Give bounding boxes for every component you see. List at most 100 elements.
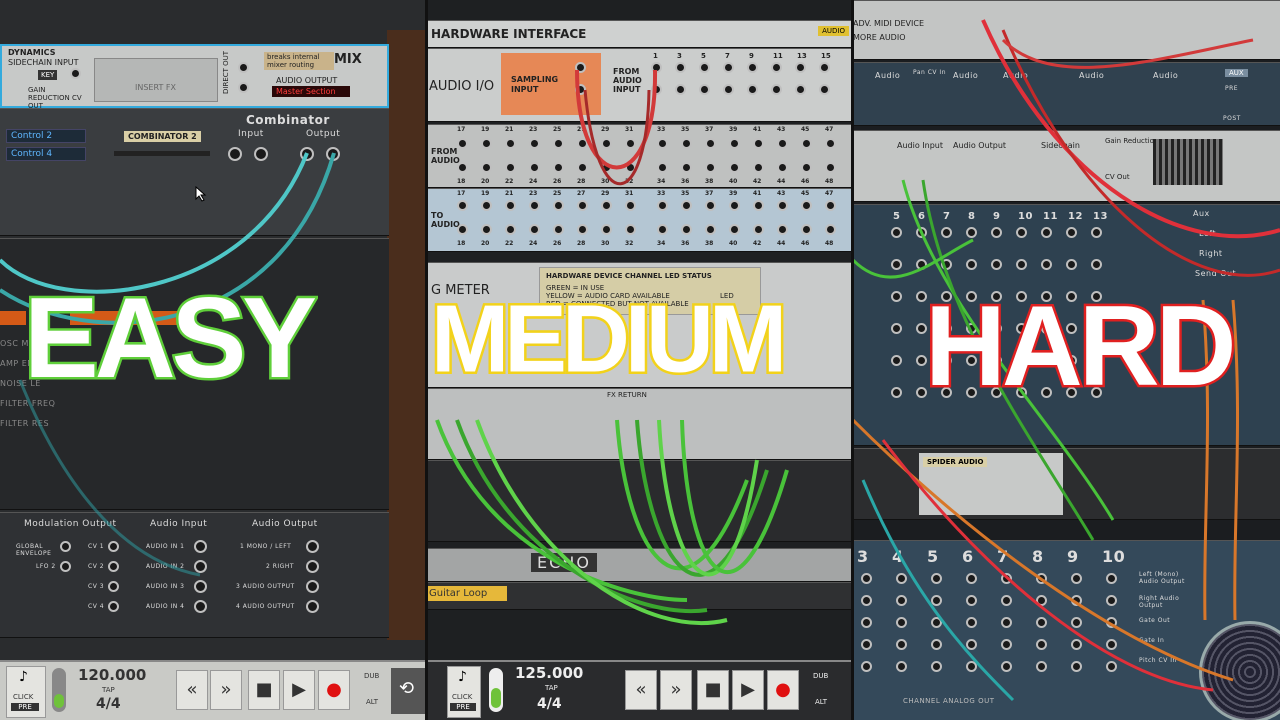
fast-forward-button[interactable]: »	[210, 670, 242, 710]
patch-jack[interactable]	[457, 162, 468, 173]
mixer-channel-jack[interactable]	[966, 227, 977, 238]
analog-out-jack[interactable]	[966, 573, 977, 584]
patch-jack[interactable]	[553, 224, 564, 235]
analog-out-jack[interactable]	[1106, 573, 1117, 584]
mixer-channel-jack[interactable]	[1066, 227, 1077, 238]
analog-out-jack[interactable]	[931, 661, 942, 672]
analog-out-jack[interactable]	[1106, 639, 1117, 650]
patch-jack[interactable]	[481, 200, 492, 211]
patch-jack[interactable]	[801, 200, 812, 211]
mixer-channel-jack[interactable]	[941, 227, 952, 238]
analog-out-jack[interactable]	[1036, 617, 1047, 628]
patch-jack[interactable]	[657, 200, 668, 211]
patch-jack[interactable]	[553, 200, 564, 211]
mixer-channel-jack[interactable]	[891, 355, 902, 366]
patch-jack[interactable]	[529, 200, 540, 211]
mixer-channel-jack[interactable]	[1091, 259, 1102, 270]
analog-out-jack[interactable]	[1001, 639, 1012, 650]
analog-out-jack[interactable]	[896, 639, 907, 650]
tempo-display[interactable]: 125.000	[515, 664, 583, 682]
analog-out-jack[interactable]	[931, 595, 942, 606]
mixer-channel-jack[interactable]	[891, 323, 902, 334]
mod-cv2-jack[interactable]	[108, 561, 119, 572]
patch-jack[interactable]	[777, 200, 788, 211]
record-button[interactable]: ●	[767, 670, 799, 710]
loop-button[interactable]: ⟲	[391, 668, 425, 714]
analog-out-jack[interactable]	[1001, 661, 1012, 672]
tap-label[interactable]: TAP	[102, 686, 115, 694]
mixer-channel-jack[interactable]	[1041, 227, 1052, 238]
patch-jack[interactable]	[681, 224, 692, 235]
patch-jack[interactable]	[753, 162, 764, 173]
patch-jack[interactable]	[529, 224, 540, 235]
analog-out-jack[interactable]	[1071, 573, 1082, 584]
analog-out-jack[interactable]	[861, 639, 872, 650]
patch-jack[interactable]	[481, 138, 492, 149]
rewind-button[interactable]: «	[625, 670, 657, 710]
play-button[interactable]: ▶	[732, 670, 764, 710]
patch-jack[interactable]	[705, 224, 716, 235]
dub-label[interactable]: DUB	[364, 672, 379, 680]
control-4-dropdown[interactable]: Control 4	[6, 147, 86, 161]
patch-jack[interactable]	[729, 200, 740, 211]
mixer-channel-jack[interactable]	[1016, 259, 1027, 270]
alt-label[interactable]: ALT	[815, 698, 827, 706]
patch-jack[interactable]	[657, 224, 668, 235]
patch-jack[interactable]	[801, 138, 812, 149]
click-button[interactable]: ♪ CLICK PRE	[447, 666, 481, 718]
audio-in-1-jack[interactable]	[194, 540, 207, 553]
analog-out-jack[interactable]	[1071, 661, 1082, 672]
combinator-output-left-jack[interactable]	[300, 147, 314, 161]
click-button[interactable]: ♪ CLICK PRE	[6, 666, 46, 718]
audio-out-4-jack[interactable]	[306, 600, 319, 613]
from-audio-input-jack[interactable]	[675, 62, 686, 73]
mod-cv3-jack[interactable]	[108, 581, 119, 592]
click-level-slider[interactable]	[52, 668, 66, 712]
analog-out-jack[interactable]	[1001, 573, 1012, 584]
master-section-display[interactable]: Master Section	[272, 86, 350, 97]
analog-out-jack[interactable]	[896, 573, 907, 584]
from-audio-input-jack[interactable]	[771, 62, 782, 73]
patch-jack[interactable]	[825, 162, 836, 173]
patch-jack[interactable]	[577, 138, 588, 149]
audio-in-3-jack[interactable]	[194, 580, 207, 593]
patch-jack[interactable]	[529, 138, 540, 149]
patch-jack[interactable]	[481, 162, 492, 173]
from-audio-input-jack[interactable]	[819, 62, 830, 73]
patch-jack[interactable]	[625, 200, 636, 211]
from-audio-input-jack[interactable]	[747, 62, 758, 73]
from-audio-input-jack[interactable]	[699, 62, 710, 73]
analog-out-jack[interactable]	[896, 661, 907, 672]
mixer-channel-jack[interactable]	[941, 259, 952, 270]
mod-cv1-jack[interactable]	[108, 541, 119, 552]
mod-global-envelope-jack[interactable]	[60, 541, 71, 552]
signature-display[interactable]: 4/4	[96, 696, 121, 712]
from-audio-input-jack[interactable]	[819, 84, 830, 95]
patch-jack[interactable]	[625, 224, 636, 235]
patch-jack[interactable]	[505, 200, 516, 211]
patch-jack[interactable]	[601, 162, 612, 173]
patch-jack[interactable]	[729, 224, 740, 235]
patch-jack[interactable]	[777, 162, 788, 173]
patch-jack[interactable]	[777, 138, 788, 149]
from-audio-input-jack[interactable]	[699, 84, 710, 95]
combinator-input-right-jack[interactable]	[254, 147, 268, 161]
patch-jack[interactable]	[601, 200, 612, 211]
patch-jack[interactable]	[481, 224, 492, 235]
mixer-channel-jack[interactable]	[891, 259, 902, 270]
analog-out-jack[interactable]	[966, 639, 977, 650]
patch-jack[interactable]	[457, 138, 468, 149]
patch-jack[interactable]	[505, 138, 516, 149]
guitar-loop-label[interactable]: Guitar Loop	[427, 586, 507, 601]
patch-jack[interactable]	[705, 162, 716, 173]
mixer-channel-jack[interactable]	[916, 259, 927, 270]
patch-jack[interactable]	[657, 138, 668, 149]
analog-out-jack[interactable]	[1071, 639, 1082, 650]
audio-out-1-jack[interactable]	[306, 540, 319, 553]
analog-out-jack[interactable]	[861, 573, 872, 584]
combinator-input-left-jack[interactable]	[228, 147, 242, 161]
analog-out-jack[interactable]	[1106, 617, 1117, 628]
patch-jack[interactable]	[705, 200, 716, 211]
analog-out-jack[interactable]	[1071, 595, 1082, 606]
analog-out-jack[interactable]	[861, 617, 872, 628]
